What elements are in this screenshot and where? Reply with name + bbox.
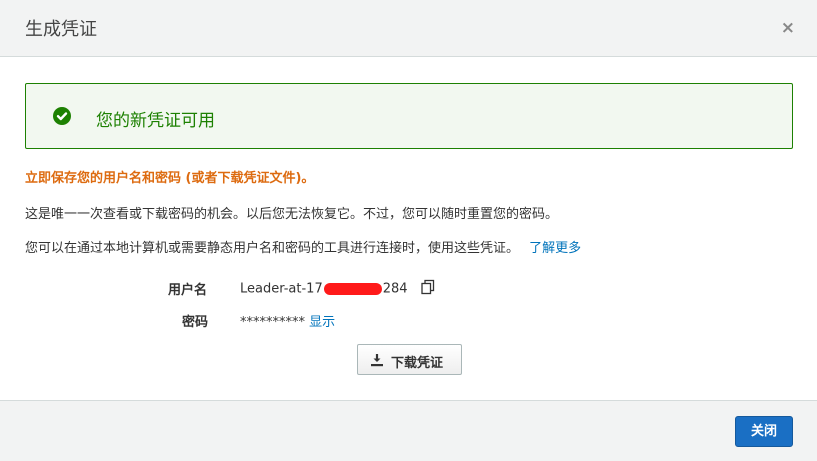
info-text-once: 这是唯一一次查看或下载密码的机会。以后您无法恢复它。不过，您可以随时重置您的密码… xyxy=(25,207,559,222)
learn-more-link[interactable]: 了解更多 xyxy=(529,241,581,256)
password-label: 密码 xyxy=(182,315,209,330)
username-value: Leader-at-17 284 xyxy=(240,279,436,299)
password-value: ********** 显示 xyxy=(240,311,335,330)
show-password-link[interactable]: 显示 xyxy=(309,315,335,330)
check-circle-icon xyxy=(53,107,71,125)
download-icon xyxy=(370,353,384,371)
info-text-usage: 您可以在通过本地计算机或需要静态用户名和密码的工具进行连接时，使用这些凭证。 了… xyxy=(25,237,581,256)
copy-icon[interactable] xyxy=(420,279,436,299)
save-warning: 立即保存您的用户名和密码 (或者下载凭证文件)。 xyxy=(25,171,315,186)
redaction-mark xyxy=(323,283,382,295)
dialog-header: 生成凭证 × xyxy=(0,0,817,57)
download-credentials-button[interactable]: 下载凭证 xyxy=(357,344,462,375)
info-usage-text: 您可以在通过本地计算机或需要静态用户名和密码的工具进行连接时，使用这些凭证。 xyxy=(25,241,520,256)
username-suffix: 284 xyxy=(382,281,408,297)
close-button[interactable]: 关闭 xyxy=(735,416,793,447)
close-icon[interactable]: × xyxy=(781,18,795,38)
username-label: 用户名 xyxy=(168,283,208,298)
dialog-footer: 关闭 xyxy=(0,400,817,461)
password-mask: ********** xyxy=(240,315,305,330)
alert-message: 您的新凭证可用 xyxy=(96,111,215,131)
username-prefix: Leader-at-17 xyxy=(240,281,323,297)
dialog-title: 生成凭证 xyxy=(25,19,97,40)
download-button-label: 下载凭证 xyxy=(391,356,444,371)
success-alert: 您的新凭证可用 xyxy=(25,83,793,149)
